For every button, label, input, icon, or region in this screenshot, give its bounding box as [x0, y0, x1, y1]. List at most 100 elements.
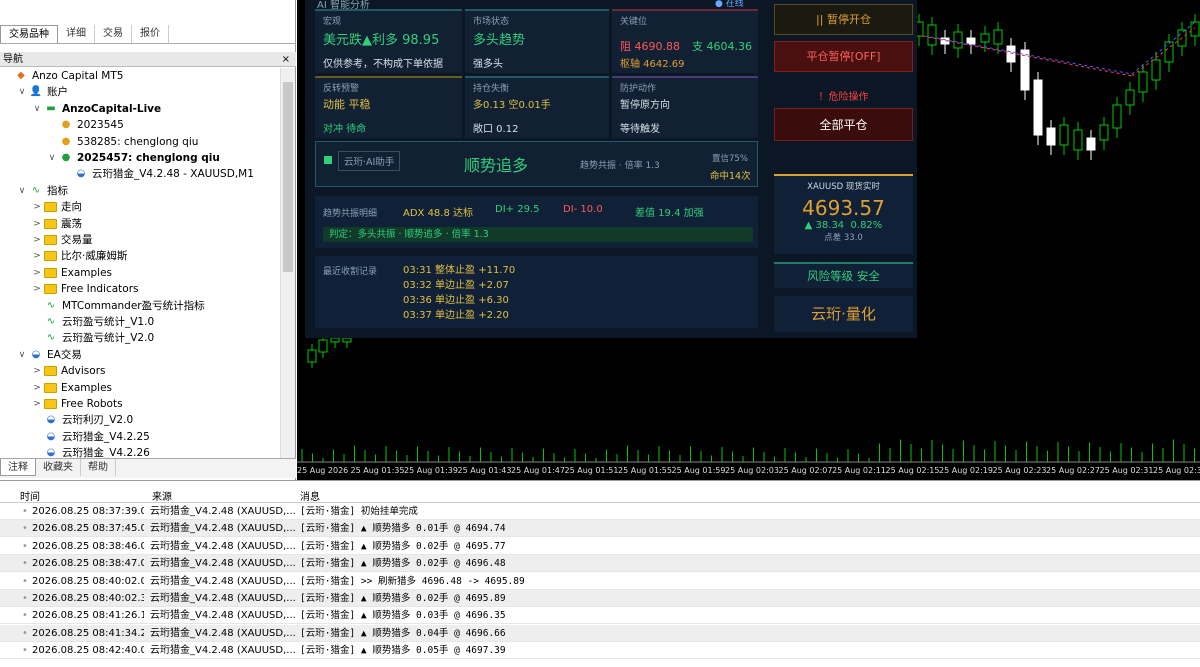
journal-row[interactable]: • 2026.08.25 08:41:26.1... 云珩猎金_V4.2.48 (X…: [0, 607, 1200, 625]
recent-item: 03:32 单边止盈 +2.07: [403, 276, 509, 291]
ea-dashboard: AI 智能分析 ● 在线 宏观 美元跌▲利多 98.95 仅供参考，不构成下单依…: [305, 0, 917, 338]
tab-help[interactable]: 帮助: [81, 459, 116, 476]
row-message: [云珩·猎金] >> 刷新猎多 4696.48 -> 4695.89: [300, 575, 525, 587]
expand-toggle-icon[interactable]: >: [32, 232, 42, 248]
col-time[interactable]: 时间: [20, 488, 40, 503]
recent-item: 03:31 整体止盈 +11.70: [403, 261, 515, 276]
tree-item[interactable]: ∨ ◒ EA交易: [17, 347, 82, 363]
row-message: [云珩·猎金] ▲ 顺势猎多 0.01手 @ 4694.74: [300, 523, 506, 535]
recent-item-time: 03:36: [403, 295, 432, 306]
tree-item[interactable]: ∨ ▬ AnzoCapital-Live: [32, 101, 161, 117]
journal-row[interactable]: • 2026.08.25 08:38:47.0... 云珩猎金_V4.2.48 (X…: [0, 555, 1200, 573]
navigator-header: 导航 ×: [0, 52, 296, 67]
row-message: [云珩·猎金] ▲ 顺势猎多 0.02手 @ 4695.89: [300, 593, 506, 604]
tree-item[interactable]: ∨ ● 2025457: chenglong qiu: [47, 150, 220, 166]
col-source[interactable]: 来源: [152, 488, 172, 503]
tab-comments[interactable]: 注释: [0, 459, 36, 476]
row-source: 云珩猎金_V4.2.48 (XAUUSD,...: [150, 558, 295, 570]
expand-toggle-icon[interactable]: >: [32, 380, 42, 396]
expand-toggle-icon[interactable]: >: [32, 281, 42, 297]
market-label: 市场状态: [473, 17, 510, 27]
di-minus-value: DI- 10.0: [563, 204, 603, 215]
tree-item[interactable]: > 走向: [32, 199, 82, 215]
journal-panel: 时间 来源 消息 • 2026.08.25 08:37:39.0... 云珩猎金_V…: [0, 480, 1200, 667]
time-tick-label: 25 Aug 01:43: [457, 466, 512, 475]
macro-note: 仅供参考，不构成下单依据: [323, 59, 443, 70]
expand-toggle-icon[interactable]: ∨: [17, 183, 27, 199]
expand-toggle-icon[interactable]: >: [32, 248, 42, 264]
tree-item-label: Examples: [61, 266, 113, 279]
folder-icon: [44, 284, 57, 295]
tree-item[interactable]: ◒ 云珩猎金_V4.2.48 - XAUUSD,M1: [62, 166, 254, 182]
expand-toggle-icon[interactable]: ∨: [17, 347, 27, 363]
tree-item[interactable]: ● 538285: chenglong qiu: [47, 134, 199, 150]
tree-item[interactable]: ∨ 👤 账户: [17, 84, 68, 100]
tab-details[interactable]: 详细: [58, 25, 95, 43]
tree-item[interactable]: > 比尔·威廉姆斯: [32, 248, 127, 264]
expand-toggle-icon[interactable]: >: [32, 216, 42, 232]
defense-card: 防护动作 暂停原方向 等待触发: [612, 76, 758, 138]
market-note: 强多头: [473, 59, 503, 70]
tree-item-label: Advisors: [61, 365, 106, 378]
adx-value: ADX 48.8 达标: [403, 208, 474, 219]
tree-item-label: 云珩猎金_V4.2.26: [62, 447, 150, 458]
recent-item-text: 整体止盈: [435, 265, 476, 276]
row-source: 云珩猎金_V4.2.48 (XAUUSD,...: [150, 575, 295, 587]
quote-card: XAUUSD 现货实时 4693.57 ▲ 38.34 0.82% 点差 33.…: [774, 174, 913, 254]
tab-favorites[interactable]: 收藏夹: [36, 459, 81, 476]
journal-row[interactable]: • 2026.08.25 08:40:02.0... 云珩猎金_V4.2.48 (X…: [0, 573, 1200, 590]
journal-row[interactable]: • 2026.08.25 08:41:34.2... 云珩猎金_V4.2.48 (X…: [0, 624, 1200, 642]
row-bullet-icon: •: [22, 523, 28, 535]
journal-row[interactable]: • 2026.08.25 08:40:02.3... 云珩猎金_V4.2.48 (X…: [0, 590, 1200, 607]
tree-item[interactable]: ◒ 云珩猎金_V4.2.25: [32, 429, 150, 445]
row-time: 2026.08.25 08:37:39.0...: [32, 506, 144, 517]
position-value: 多0.13 空0.01手: [473, 100, 551, 111]
close-icon[interactable]: ×: [282, 52, 290, 67]
tree-item[interactable]: > Free Robots: [32, 396, 122, 412]
expand-toggle-icon[interactable]: >: [32, 199, 42, 215]
tree-item[interactable]: ● 2023545: [47, 117, 124, 133]
close-all-button[interactable]: 全部平仓: [774, 108, 913, 141]
time-tick-label: 25 Aug 01:51: [564, 466, 619, 475]
expand-toggle-icon[interactable]: >: [32, 396, 42, 412]
tree-item[interactable]: ◆ Anzo Capital MT5: [2, 68, 123, 84]
tree-item[interactable]: > Examples: [32, 380, 112, 396]
recent-item-val: +2.20: [478, 310, 509, 321]
expand-toggle-icon[interactable]: ∨: [17, 84, 27, 100]
expand-toggle-icon[interactable]: ∨: [32, 101, 42, 117]
navigator-scrollbar[interactable]: [280, 68, 295, 458]
tab-trading[interactable]: 交易: [95, 25, 132, 43]
tab-ticks[interactable]: 报价: [132, 25, 169, 43]
journal-row[interactable]: • 2026.08.25 08:37:45.0... 云珩猎金_V4.2.48 (X…: [0, 520, 1200, 538]
tree-item-label: MTCommander盈亏统计指标: [62, 299, 205, 312]
tree-item[interactable]: > Free Indicators: [32, 281, 138, 297]
expand-toggle-icon[interactable]: ∨: [47, 150, 57, 166]
tree-item[interactable]: ∿ 云珩盈亏统计_V1.0: [32, 314, 154, 330]
tree-item[interactable]: ∿ 云珩盈亏统计_V2.0: [32, 330, 154, 346]
row-source: 云珩猎金_V4.2.48 (XAUUSD,...: [150, 523, 295, 535]
user-icon: ●: [61, 152, 71, 163]
expand-toggle-icon[interactable]: >: [32, 265, 42, 281]
tree-item[interactable]: ◒ 云珩利刃_V2.0: [32, 412, 134, 428]
tab-symbols[interactable]: 交易品种: [0, 25, 58, 43]
assistant-mode: 顺势追多: [464, 156, 529, 175]
tree-item[interactable]: > 交易量: [32, 232, 92, 248]
assistant-confidence: 置信75%: [712, 154, 748, 164]
pause-open-button[interactable]: || 暂停开仓: [774, 4, 913, 35]
tree-item[interactable]: ◒ 云珩猎金_V4.2.26: [32, 445, 150, 458]
tree-item[interactable]: > Advisors: [32, 363, 105, 379]
journal-row[interactable]: • 2026.08.25 08:38:46.0... 云珩猎金_V4.2.48 (X…: [0, 538, 1200, 555]
pivot-value: 枢轴 4642.69: [620, 59, 685, 70]
assistant-hits: 命中14次: [710, 171, 751, 182]
col-message[interactable]: 消息: [300, 488, 320, 503]
close-pause-button[interactable]: 平仓暂停[OFF]: [774, 41, 913, 72]
market-value: 多头趋势: [473, 33, 526, 48]
expand-toggle-icon[interactable]: >: [32, 363, 42, 379]
tree-item[interactable]: ∿ MTCommander盈亏统计指标: [32, 298, 205, 314]
tree-item[interactable]: > 震荡: [32, 216, 82, 232]
journal-row[interactable]: • 2026.08.25 08:37:39.0... 云珩猎金_V4.2.48 (X…: [0, 503, 1200, 520]
journal-row[interactable]: • 2026.08.25 08:42:40.0... 云珩猎金_V4.2.48 (X…: [0, 642, 1200, 660]
tree-item[interactable]: > Examples: [32, 265, 112, 281]
tree-item[interactable]: ∨ ∿ 指标: [17, 183, 68, 199]
scrollbar-thumb[interactable]: [283, 82, 293, 272]
